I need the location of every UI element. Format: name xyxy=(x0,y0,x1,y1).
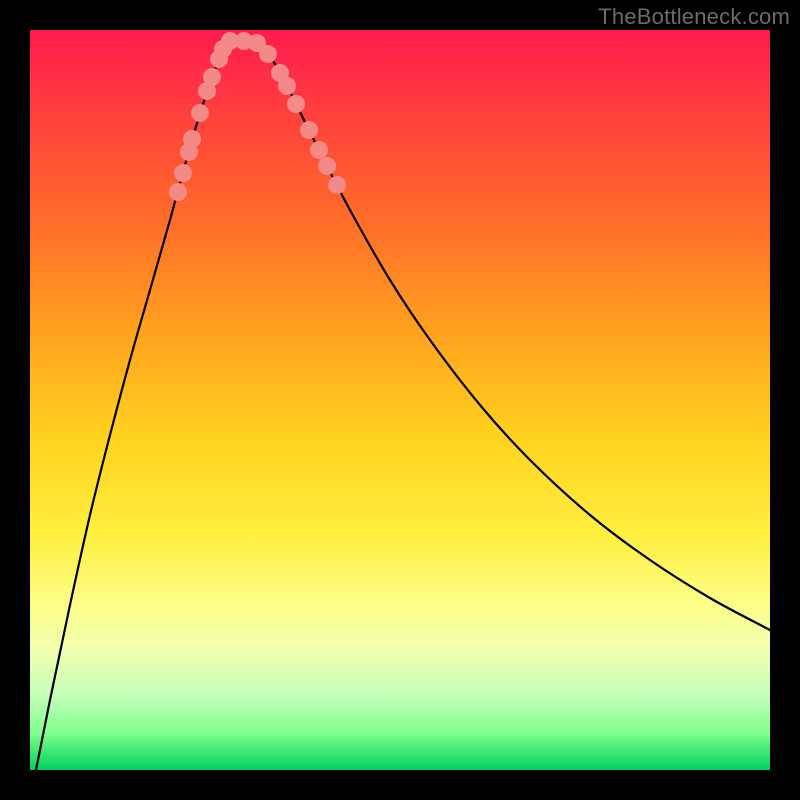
plot-area xyxy=(30,30,770,770)
highlight-dot xyxy=(318,157,336,175)
highlight-dot xyxy=(191,104,209,122)
highlight-dot xyxy=(183,130,201,148)
highlight-dot xyxy=(278,77,296,95)
bottleneck-curve xyxy=(36,39,770,770)
highlight-dot xyxy=(174,164,192,182)
highlight-dot xyxy=(300,121,318,139)
highlight-dot xyxy=(310,141,328,159)
chart-svg xyxy=(30,30,770,770)
highlight-dot xyxy=(203,68,221,86)
highlight-dot xyxy=(169,183,187,201)
highlight-dots xyxy=(169,32,346,201)
highlight-dot xyxy=(259,45,277,63)
watermark-text: TheBottleneck.com xyxy=(598,4,790,30)
highlight-dot xyxy=(287,95,305,113)
highlight-dot xyxy=(328,176,346,194)
chart-frame: TheBottleneck.com xyxy=(0,0,800,800)
